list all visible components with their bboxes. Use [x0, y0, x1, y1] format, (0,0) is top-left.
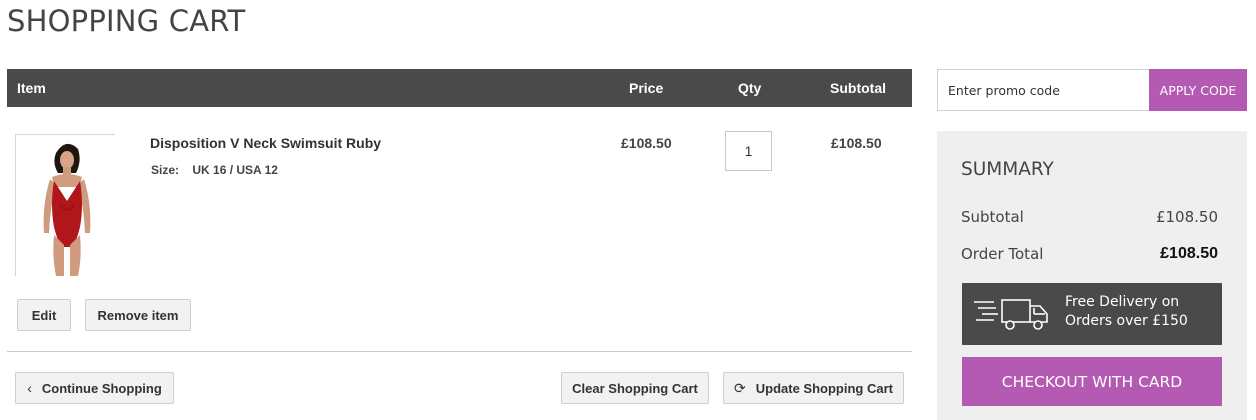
continue-shopping-label: Continue Shopping — [41, 380, 162, 396]
red-swimsuit-icon — [16, 135, 116, 277]
edit-button[interactable]: Edit — [17, 299, 71, 331]
subtotal-label: Subtotal — [961, 208, 1024, 226]
continue-shopping-button[interactable]: ‹ Continue Shopping — [15, 372, 174, 404]
free-delivery-banner: Free Delivery on Orders over £150 — [962, 283, 1222, 345]
product-image[interactable] — [15, 134, 116, 277]
refresh-icon: ⟳ — [734, 379, 746, 396]
apply-code-button[interactable]: APPLY CODE — [1149, 69, 1247, 111]
header-price: Price — [629, 80, 664, 96]
header-item: Item — [17, 80, 46, 96]
delivery-line-2: Orders over £150 — [1065, 313, 1188, 329]
update-cart-button[interactable]: ⟳ Update Shopping Cart — [723, 372, 904, 404]
checkout-with-card-button[interactable]: CHECKOUT WITH CARD — [962, 357, 1222, 406]
summary-panel: SUMMARY Subtotal £108.50 Order Total £10… — [937, 131, 1247, 420]
delivery-truck-icon — [974, 299, 1048, 330]
item-subtotal: £108.50 — [831, 135, 882, 151]
order-total-value: £108.50 — [1160, 245, 1218, 262]
summary-total-row: Order Total £108.50 — [961, 245, 1218, 263]
divider — [7, 351, 912, 352]
delivery-text: Free Delivery on Orders over £150 — [1065, 293, 1188, 331]
item-price: £108.50 — [621, 135, 672, 151]
size-label: Size: — [151, 163, 180, 177]
header-qty: Qty — [738, 80, 762, 96]
product-size-option: Size: UK 16 / USA 12 — [151, 163, 278, 177]
update-cart-label: Update Shopping Cart — [755, 380, 893, 396]
summary-title: SUMMARY — [961, 159, 1054, 180]
remove-item-button[interactable]: Remove item — [85, 299, 191, 331]
subtotal-value: £108.50 — [1155, 208, 1218, 226]
promo-code-input[interactable] — [937, 69, 1150, 111]
cart-table-header: Item Price Qty Subtotal — [7, 69, 912, 107]
summary-subtotal-row: Subtotal £108.50 — [961, 208, 1218, 226]
delivery-line-1: Free Delivery on — [1065, 294, 1180, 310]
size-value: UK 16 / USA 12 — [192, 163, 278, 177]
page-title: SHOPPING CART — [7, 4, 246, 38]
order-total-label: Order Total — [961, 245, 1044, 263]
quantity-input[interactable] — [725, 131, 772, 171]
header-subtotal: Subtotal — [830, 80, 886, 96]
clear-cart-button[interactable]: Clear Shopping Cart — [561, 372, 709, 404]
product-name[interactable]: Disposition V Neck Swimsuit Ruby — [150, 135, 381, 151]
chevron-left-icon: ‹ — [27, 380, 32, 396]
